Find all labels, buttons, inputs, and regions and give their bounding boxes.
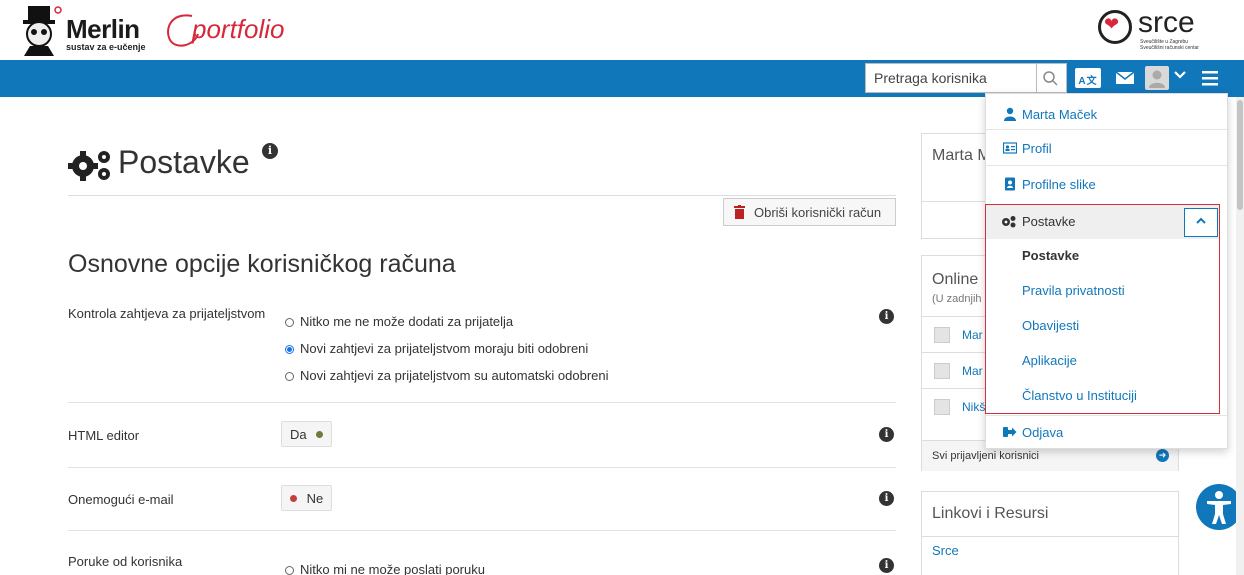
message-option-none[interactable]: Nitko mi ne može poslati poruku [285,562,485,575]
radio-icon[interactable] [285,566,294,575]
merlin-mascot-icon [23,6,62,56]
merlin-subtitle: sustav za e-učenje [66,42,146,52]
divider [68,530,896,531]
heart-icon: ❤ [1104,14,1120,34]
portrait-icon [1005,177,1015,191]
radio-icon[interactable] [285,372,294,381]
arrow-right-icon: ➜ [1156,449,1169,462]
user-icon [1004,107,1016,121]
avatar [934,327,950,343]
submenu-item-applications[interactable]: Aplikacije [1022,353,1077,368]
user-menu-dropdown: Marta Maček Profil Profilne slike Postav… [985,93,1228,449]
panel-title: Online [932,271,979,288]
avatar [934,363,950,379]
merlin-title: Merlin [66,14,140,44]
info-icon[interactable]: i [262,143,278,159]
mail-icon[interactable] [1113,67,1137,89]
submenu-item-notifications[interactable]: Obavijesti [1022,318,1079,333]
submenu-item-settings[interactable]: Postavke [1022,248,1079,263]
info-icon[interactable]: i [879,558,894,573]
friend-option-auto[interactable]: Novi zahtjevi za prijateljstvom su autom… [285,368,609,383]
srce-subtitle-2: Sveučilišni računski centar [1140,45,1199,51]
disable-email-toggle[interactable]: Ne [281,485,333,511]
menu-item-profile[interactable]: Profil [986,130,1227,166]
language-icon[interactable]: A文 [1075,68,1101,88]
hamburger-menu-icon[interactable] [1198,64,1222,86]
toggle-on-indicator-icon [316,431,324,438]
user-silhouette-icon [1149,70,1165,88]
user-messages-label: Poruke od korisnika [68,554,183,569]
friend-control-label: Kontrola zahtjeva za prijateljstvom [68,306,266,321]
user-search-input[interactable]: Pretraga korisnika [865,63,1037,93]
portfolio-logo[interactable]: portfolio [162,10,292,50]
delete-account-label: Obriši korisnički račun [754,205,882,220]
menu-item-settings[interactable]: Postavke [986,205,1219,239]
links-panel: Linkovi i Resursi Srce [921,491,1179,575]
divider [68,195,896,196]
menu-item-profile-pictures[interactable]: Profilne slike [986,166,1227,202]
link-srce[interactable]: Srce [932,543,959,558]
user-avatar-button[interactable] [1145,66,1169,90]
divider [68,467,896,468]
submenu-item-privacy[interactable]: Pravila privatnosti [1022,283,1125,298]
delete-account-button[interactable]: Obriši korisnički račun [723,198,896,226]
toggle-off-indicator-icon [290,495,297,502]
search-button[interactable] [1037,63,1067,93]
settings-submenu: Postavke Postavke Pravila privatnosti Ob… [985,204,1220,414]
collapse-button[interactable] [1184,208,1218,237]
section-heading: Osnovne opcije korisničkog računa [68,250,456,278]
friend-option-approve[interactable]: Novi zahtjevi za prijateljstvom moraju b… [285,341,588,356]
trash-icon [734,205,745,219]
chevron-down-icon[interactable] [1172,69,1188,91]
srce-logo[interactable]: ❤ srce Sveučilište u Zagrebu Sveučilišni… [1098,6,1228,54]
page-title: Postavke [118,144,250,180]
panel-title: Linkovi i Resursi [932,505,1049,522]
radio-icon[interactable] [285,318,294,327]
search-icon [1043,71,1058,86]
panel-subtitle: (U zadnjih [932,293,982,305]
sign-out-icon [1003,427,1017,437]
chevron-up-icon [1196,217,1206,224]
info-icon[interactable]: i [879,491,894,506]
id-card-icon [1003,142,1017,154]
gears-icon [1002,216,1016,228]
scrollbar-thumb[interactable] [1237,100,1243,210]
menu-item-logout[interactable]: Odjava [986,414,1227,450]
info-icon[interactable]: i [879,427,894,442]
menu-item-user-name[interactable]: Marta Maček [986,96,1227,132]
merlin-logo[interactable]: Merlin sustav za e-učenje [18,6,158,56]
disable-email-label: Onemogući e-mail [68,492,174,507]
avatar [934,399,950,415]
submenu-item-institution-membership[interactable]: Članstvo u Instituciji [1022,388,1137,403]
panel-title: Marta M [932,147,991,164]
html-editor-toggle[interactable]: Da [281,421,333,447]
top-header: Merlin sustav za e-učenje portfolio ❤ sr… [0,0,1244,60]
radio-checked-icon[interactable] [285,345,294,354]
info-icon[interactable]: i [879,309,894,324]
friend-option-none[interactable]: Nitko me ne može dodati za prijatelja [285,314,513,329]
html-editor-label: HTML editor [68,428,140,443]
divider [922,536,1178,537]
portfolio-title: portfolio [192,14,285,44]
gears-icon [68,151,110,181]
divider [68,402,896,403]
srce-title: srce [1138,6,1195,39]
